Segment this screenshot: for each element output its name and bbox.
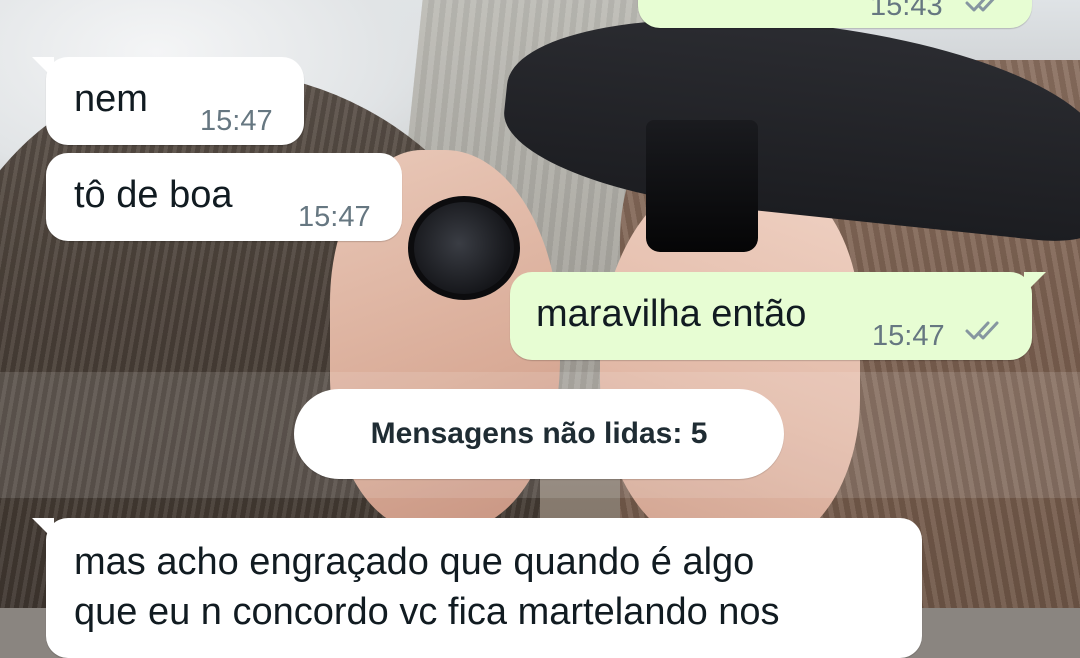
message-time: 15:43 bbox=[870, 0, 943, 22]
message-text-line-2: que eu n concordo vc fica martelando nos bbox=[74, 591, 780, 633]
double-check-icon bbox=[965, 321, 999, 340]
message-time: 15:47 bbox=[298, 201, 371, 233]
bubble-tail bbox=[1024, 272, 1046, 294]
message-bubble-incoming[interactable]: tô de boa 15:47 bbox=[46, 153, 402, 241]
message-bubble-incoming[interactable]: nem 15:47 bbox=[32, 57, 304, 145]
message-text-line-1: mas acho engraçado que quando é algo bbox=[74, 541, 755, 583]
bubble-tail bbox=[32, 518, 54, 540]
message-list[interactable]: 15:43 nem 15:47 tô de boa 15:47 maravilh… bbox=[0, 0, 1080, 658]
double-check-icon bbox=[965, 0, 995, 12]
unread-messages-label: Mensagens não lidas: 5 bbox=[370, 417, 708, 450]
message-text: maravilha então bbox=[536, 293, 807, 335]
unread-messages-divider: Mensagens não lidas: 5 bbox=[294, 389, 784, 479]
message-bubble-incoming[interactable]: mas acho engraçado que quando é algo que… bbox=[32, 518, 922, 658]
message-bubble-outgoing[interactable]: 15:43 bbox=[638, 0, 1032, 28]
bubble-tail bbox=[32, 57, 54, 79]
message-text: tô de boa bbox=[74, 174, 233, 216]
message-text: nem bbox=[74, 78, 148, 120]
message-bubble-outgoing[interactable]: maravilha então 15:47 bbox=[510, 272, 1046, 360]
message-time: 15:47 bbox=[200, 105, 273, 137]
message-time: 15:47 bbox=[872, 320, 945, 352]
